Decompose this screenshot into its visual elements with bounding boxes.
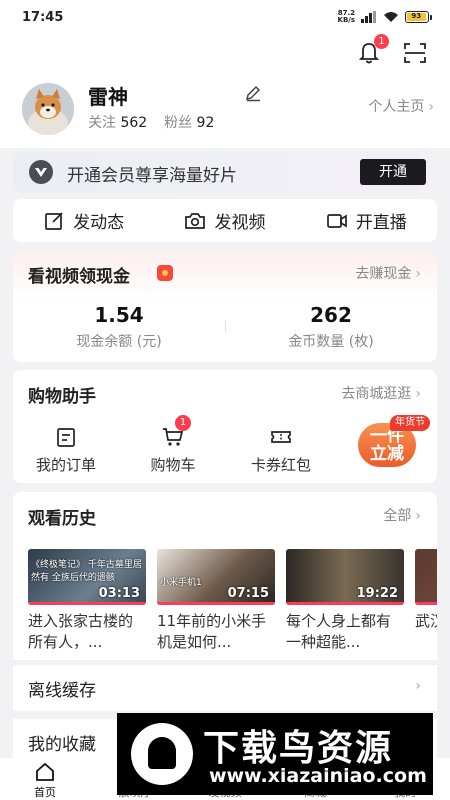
mall-link[interactable]: 去商城逛逛 › <box>341 383 421 403</box>
shopping-assistant: 购物助手 去商城逛逛 › 我的订单 购物车 1 卡券红包 一件 立减 年货节 <box>13 370 437 483</box>
chevron-right-icon: › <box>415 678 421 694</box>
offline-cache-row[interactable]: 离线缓存 › <box>13 665 437 711</box>
camera-icon <box>185 212 206 229</box>
chevron-right-icon: › <box>415 386 421 402</box>
status-time: 17:45 <box>22 9 64 25</box>
my-orders-button[interactable]: 我的订单 <box>21 426 111 475</box>
username: 雷神 <box>88 85 128 109</box>
vip-banner[interactable]: 开通会员尊享海量好片 开通 <box>13 151 437 193</box>
video-thumbnail: 《终极笔记》 千年古墓里居然有 全族后代的遗骸 03:13 <box>28 549 146 605</box>
bird-logo-icon <box>131 723 193 785</box>
video-thumbnail: 小米手机1 07:15 <box>157 549 275 605</box>
top-bar: 1 <box>0 34 450 72</box>
history-item[interactable]: 《终极笔记》 千年古墓里居然有 全族后代的遗骸 03:13 进入张家古楼的所有人… <box>28 549 146 653</box>
video-thumbnail: 19:22 <box>286 549 404 605</box>
fans-count[interactable]: 92 <box>197 115 215 131</box>
home-icon <box>36 762 54 781</box>
cash-card-title: 看视频领现金 <box>28 267 130 287</box>
earn-cash-link[interactable]: 去赚现金 › <box>355 263 421 283</box>
cash-balance[interactable]: 1.54 现金余额 (元) <box>13 303 225 351</box>
history-item[interactable]: 武汉中国 <box>415 549 437 653</box>
avatar[interactable] <box>22 83 74 135</box>
cart-button[interactable]: 购物车 <box>128 426 218 475</box>
signal-icon <box>361 11 376 23</box>
history-title: 观看历史 <box>28 509 96 529</box>
cart-badge: 1 <box>175 415 191 431</box>
profile-section: 雷神 关注 562 粉丝 92 个人主页 › <box>0 72 450 148</box>
follow-stats: 关注 562 粉丝 92 <box>88 115 215 131</box>
dog-avatar-image <box>22 83 74 135</box>
quick-actions: 发动态 发视频 开直播 <box>13 199 437 242</box>
redacted-name <box>132 78 242 108</box>
coupon-icon <box>271 431 291 443</box>
homepage-link[interactable]: 个人主页 › <box>368 96 434 116</box>
status-bar: 17:45 87.2 KB/s 93 <box>0 0 450 34</box>
net-speed: 87.2 KB/s <box>337 9 355 24</box>
watermark-url: www.xiazainiao.com <box>209 765 427 787</box>
watermark: 下载鸟资源 www.xiazainiao.com <box>117 713 433 795</box>
history-list: 《终极笔记》 千年古墓里居然有 全族后代的遗骸 03:13 进入张家古楼的所有人… <box>28 549 437 659</box>
chevron-right-icon: › <box>428 99 434 115</box>
watermark-title: 下载鸟资源 <box>203 728 394 769</box>
history-item[interactable]: 19:22 每个人身上都有一种超能... <box>286 549 404 653</box>
cash-card: 看视频领现金 去赚现金 › 1.54 现金余额 (元) 262 金币数量 (枚) <box>13 250 437 362</box>
chevron-right-icon: › <box>415 508 421 524</box>
history-all-link[interactable]: 全部 › <box>383 505 421 525</box>
edit-square-icon <box>45 211 63 230</box>
vip-logo-icon <box>29 160 53 184</box>
tab-home[interactable]: 首页 <box>0 758 90 800</box>
wifi-icon <box>384 12 398 22</box>
video-camera-icon <box>326 213 347 228</box>
go-live-button[interactable]: 开直播 <box>296 208 437 233</box>
video-thumbnail <box>415 549 437 605</box>
shopping-title: 购物助手 <box>28 387 96 407</box>
chevron-right-icon: › <box>415 266 421 282</box>
vip-open-button[interactable]: 开通 <box>360 159 426 185</box>
coin-count[interactable]: 262 金币数量 (枚) <box>225 303 437 351</box>
edit-pencil-icon[interactable] <box>244 84 262 102</box>
watch-history: 观看历史 全部 › 《终极笔记》 千年古墓里居然有 全族后代的遗骸 03:13 进… <box>13 492 437 660</box>
order-icon <box>57 428 75 447</box>
post-update-button[interactable]: 发动态 <box>13 208 154 233</box>
notification-badge: 1 <box>374 34 389 49</box>
promo-tag: 年货节 <box>390 415 430 431</box>
coupons-button[interactable]: 卡券红包 <box>236 426 326 475</box>
vip-text: 开通会员尊享海量好片 <box>67 166 237 186</box>
red-envelope-icon <box>157 265 173 281</box>
battery-icon: 93 <box>405 11 432 23</box>
scan-icon[interactable] <box>403 42 427 64</box>
history-item[interactable]: 小米手机1 07:15 11年前的小米手机是如何... <box>157 549 275 653</box>
post-video-button[interactable]: 发视频 <box>154 208 295 233</box>
follow-count[interactable]: 562 <box>120 115 147 131</box>
